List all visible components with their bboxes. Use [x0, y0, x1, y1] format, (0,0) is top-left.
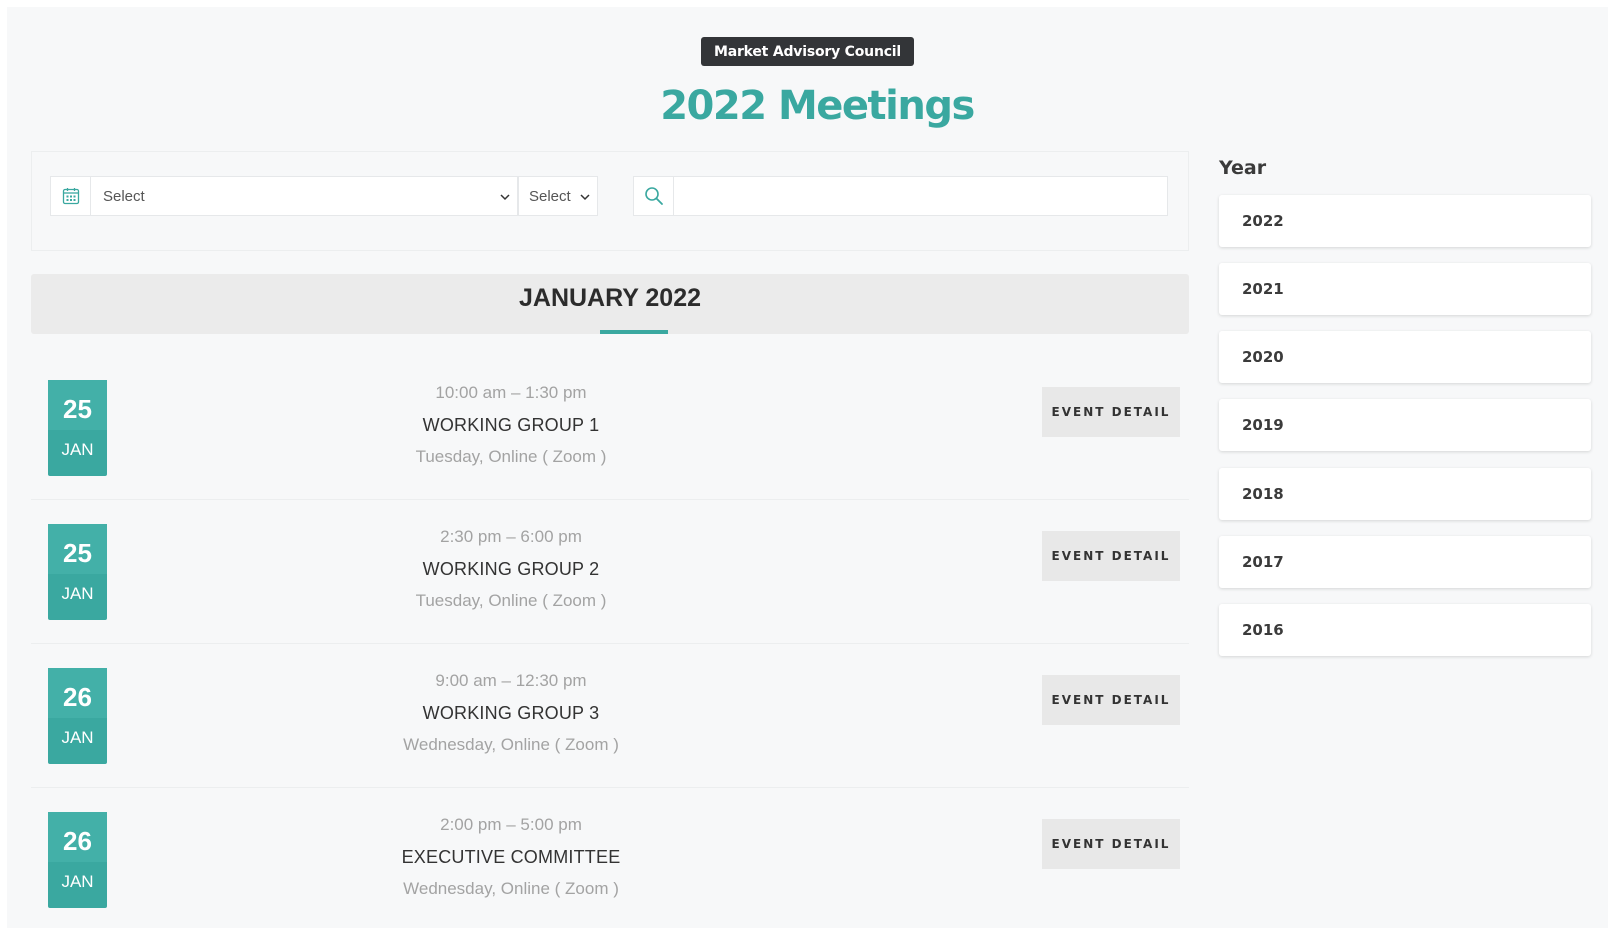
year-item-2018[interactable]: 2018 [1219, 468, 1591, 520]
event-location: Wednesday, Online ( Zoom ) [403, 879, 619, 898]
page-title: 2022 Meetings [660, 83, 975, 129]
event-day: 26 [48, 668, 107, 718]
event-time: 9:00 am – 12:30 pm [435, 671, 587, 690]
event-time: 10:00 am – 1:30 pm [435, 383, 587, 402]
chevron-down-icon [580, 194, 590, 201]
event-row: 26 JAN 9:00 am – 12:30 pm WORKING GROUP … [31, 644, 1189, 788]
event-detail-button[interactable]: EVENT DETAIL [1042, 819, 1180, 869]
event-row: 25 JAN 2:30 pm – 6:00 pm WORKING GROUP 2… [31, 500, 1189, 644]
date-range-select-value: Select [103, 187, 145, 205]
event-month: JAN [61, 440, 94, 459]
event-day: 26 [48, 812, 107, 862]
date-badge: 25 JAN [48, 380, 107, 476]
event-month: JAN [61, 728, 94, 747]
year-item-2021[interactable]: 2021 [1219, 263, 1591, 315]
event-month: JAN [61, 872, 94, 891]
event-row: 26 JAN 2:00 pm – 5:00 pm EXECUTIVE COMMI… [31, 788, 1189, 932]
year-item-2020[interactable]: 2020 [1219, 331, 1591, 383]
event-location: Tuesday, Online ( Zoom ) [415, 591, 607, 610]
event-title: WORKING GROUP 3 [422, 703, 600, 723]
event-title: WORKING GROUP 1 [422, 415, 600, 435]
year-select[interactable]: Select [518, 176, 598, 216]
month-header: JANUARY 2022 [31, 274, 1189, 334]
council-badge: Market Advisory Council [701, 37, 914, 66]
event-location: Wednesday, Online ( Zoom ) [403, 735, 619, 754]
search-icon[interactable] [633, 176, 673, 216]
event-detail-button[interactable]: EVENT DETAIL [1042, 675, 1180, 725]
filter-panel: Select Select [31, 151, 1189, 251]
year-item-2022[interactable]: 2022 [1219, 195, 1591, 247]
date-range-select[interactable]: Select [90, 176, 518, 216]
event-title: EXECUTIVE COMMITTEE [401, 847, 621, 867]
event-location: Tuesday, Online ( Zoom ) [415, 447, 607, 466]
date-badge: 25 JAN [48, 524, 107, 620]
event-time: 2:00 pm – 5:00 pm [440, 815, 582, 834]
year-heading: Year [1219, 157, 1267, 179]
event-info: 2:00 pm – 5:00 pm EXECUTIVE COMMITTEE We… [231, 812, 791, 902]
date-badge: 26 JAN [48, 812, 107, 908]
event-title: WORKING GROUP 2 [422, 559, 600, 579]
month-underline [600, 330, 668, 334]
year-item-2019[interactable]: 2019 [1219, 399, 1591, 451]
event-day: 25 [48, 380, 107, 430]
event-info: 9:00 am – 12:30 pm WORKING GROUP 3 Wedne… [231, 668, 791, 758]
month-title: JANUARY 2022 [518, 284, 702, 312]
event-info: 10:00 am – 1:30 pm WORKING GROUP 1 Tuesd… [231, 380, 791, 470]
year-item-2016[interactable]: 2016 [1219, 604, 1591, 656]
year-item-2017[interactable]: 2017 [1219, 536, 1591, 588]
calendar-icon[interactable] [50, 176, 90, 216]
date-badge: 26 JAN [48, 668, 107, 764]
event-time: 2:30 pm – 6:00 pm [440, 527, 582, 546]
event-info: 2:30 pm – 6:00 pm WORKING GROUP 2 Tuesda… [231, 524, 791, 614]
year-select-value: Select [529, 187, 571, 205]
event-row: 25 JAN 10:00 am – 1:30 pm WORKING GROUP … [31, 356, 1189, 500]
event-day: 25 [48, 524, 107, 574]
page: Market Advisory Council 2022 Meetings Se… [7, 7, 1608, 928]
event-detail-button[interactable]: EVENT DETAIL [1042, 387, 1180, 437]
event-month: JAN [61, 584, 94, 603]
event-detail-button[interactable]: EVENT DETAIL [1042, 531, 1180, 581]
search-input[interactable] [673, 176, 1168, 216]
chevron-down-icon [500, 194, 510, 201]
